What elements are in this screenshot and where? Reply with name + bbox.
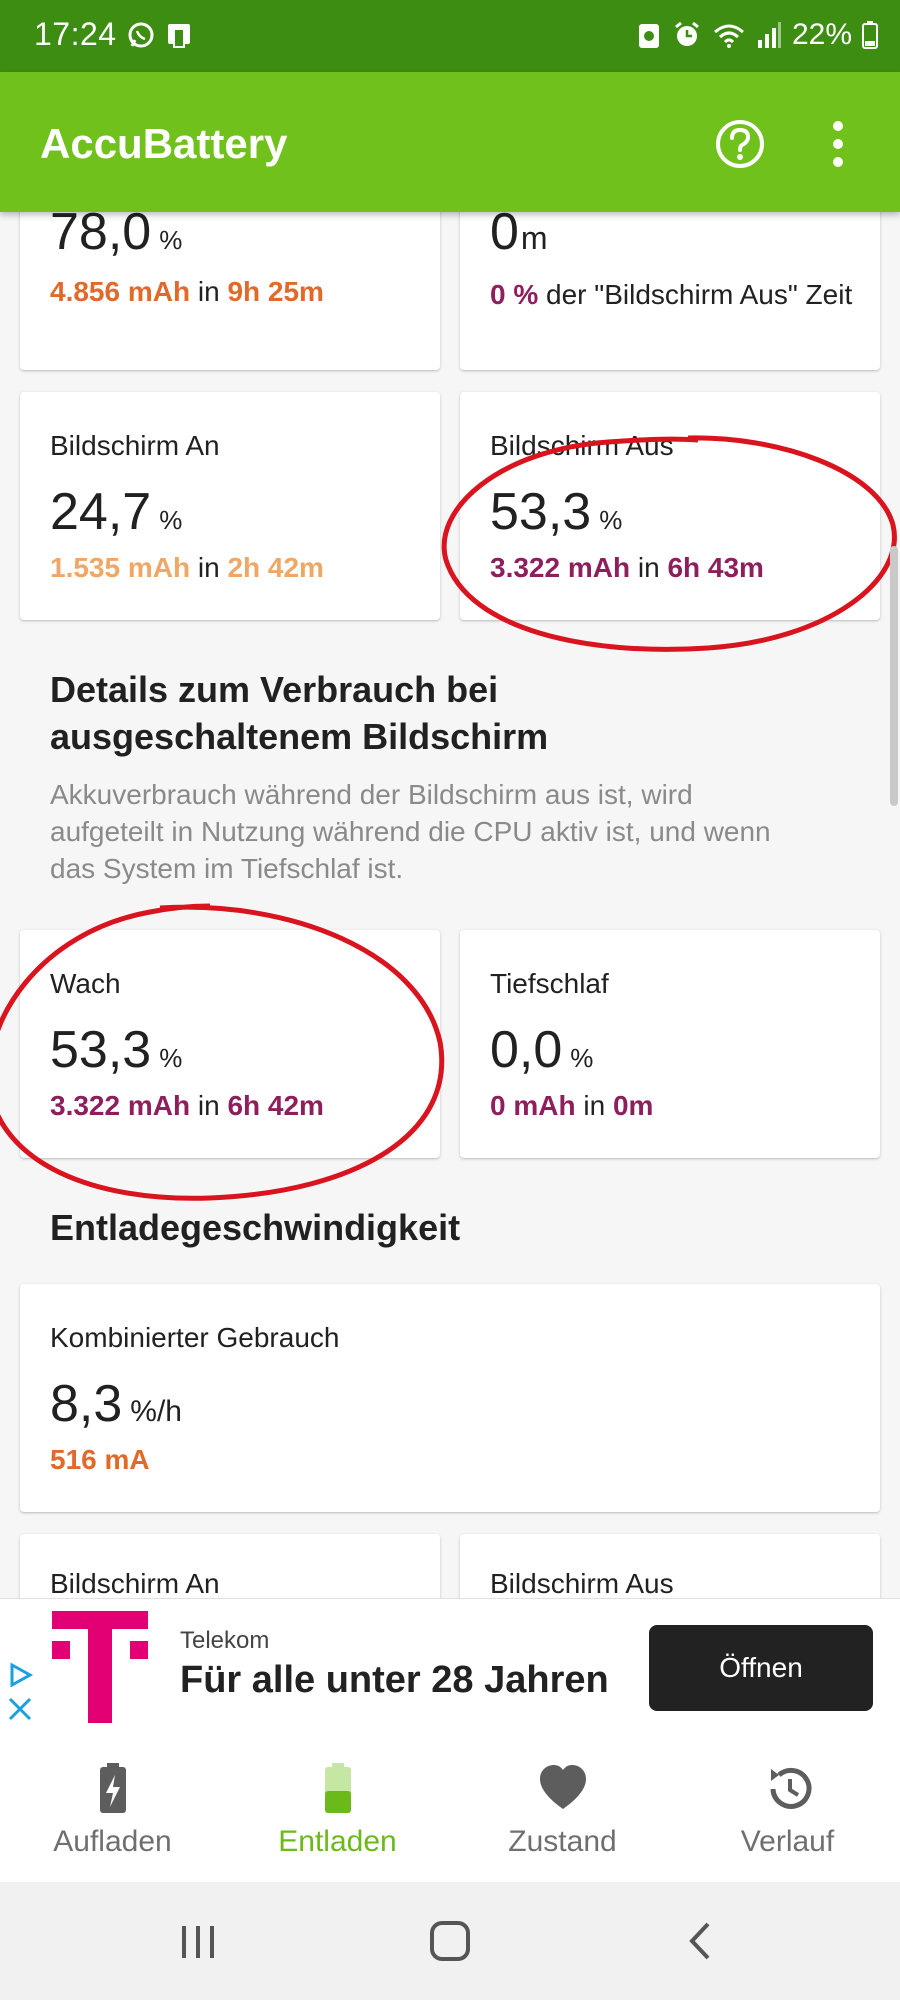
scroll-indicator[interactable] <box>890 546 898 806</box>
battery-discharging-icon <box>325 1763 351 1813</box>
combined-usage-value: 8,3 <box>50 1375 123 1433</box>
details-section-title: Details zum Verbrauch bei ausgeschaltene… <box>50 669 549 757</box>
total-usage-unit: % <box>159 225 183 255</box>
nav-item-aufladen[interactable]: Aufladen <box>0 1739 225 1883</box>
card-screen-off-time: 0m 0 % der "Bildschirm Aus" Zeit <box>460 212 880 370</box>
awake-value: 53,3 <box>50 1021 152 1079</box>
screen-off-time-pct: 0 % <box>490 279 539 310</box>
deep-sleep-value: 0,0 <box>490 1021 563 1079</box>
details-section-description: Akkuverbrauch während der Bildschirm aus… <box>50 779 771 884</box>
nav-item-entladen[interactable]: Entladen <box>225 1739 450 1883</box>
screen-off-duration: 6h 43m <box>667 552 764 583</box>
history-icon <box>770 1767 812 1809</box>
screen-off-mah: 3.322 mAh <box>490 552 631 583</box>
card-screen-on: Bildschirm An 24,7% 1.535 mAh in 2h 42m <box>20 392 440 620</box>
nav-label-verlauf: Verlauf <box>740 1825 835 1858</box>
signal-icon <box>757 22 781 48</box>
awake-label: Wach <box>50 968 121 999</box>
battery-icon <box>862 21 878 49</box>
discharge-section-title: Entladegeschwindigkeit <box>50 1207 461 1248</box>
screen-off-time-value: 0 <box>490 212 519 261</box>
ad-open-button[interactable]: Öffnen <box>649 1625 873 1711</box>
app-bar: AccuBattery <box>0 72 900 212</box>
nav-label-entladen: Entladen <box>278 1825 397 1858</box>
card-combined-usage: Kombinierter Gebrauch 8,3 %/h 516 mA <box>20 1284 880 1512</box>
nav-label-zustand: Zustand <box>508 1825 617 1858</box>
screen-on-rate-label: Bildschirm An <box>50 1568 220 1598</box>
overflow-menu-icon[interactable] <box>826 118 850 170</box>
telekom-logo-icon <box>52 1611 148 1723</box>
status-time: 17:24 <box>34 16 117 52</box>
total-usage-duration: 9h 25m <box>227 276 324 307</box>
status-bar: 17:24 22% <box>0 0 900 72</box>
system-navigation-bar <box>0 1882 900 2000</box>
recent-apps-icon[interactable] <box>168 1916 228 1966</box>
whatsapp-icon <box>128 22 154 48</box>
card-screen-off: Bildschirm Aus 53,3% 3.322 mAh in 6h 43m <box>460 392 880 620</box>
adchoices-icon[interactable] <box>6 1659 34 1725</box>
screen-off-label: Bildschirm Aus <box>490 430 674 461</box>
battery-charging-icon <box>100 1763 126 1813</box>
lock-screen-icon <box>638 24 659 48</box>
app-title: AccuBattery <box>40 120 288 167</box>
battery-percent: 22% <box>791 18 852 51</box>
nav-item-verlauf[interactable]: Verlauf <box>675 1739 900 1883</box>
deep-sleep-duration: 0m <box>612 1090 654 1121</box>
awake-mah: 3.322 mAh <box>50 1090 191 1121</box>
awake-duration: 6h 42m <box>227 1090 324 1121</box>
wifi-icon <box>713 24 744 48</box>
combined-usage-label: Kombinierter Gebrauch <box>50 1322 340 1353</box>
total-usage-mah: 4.856 mAh <box>50 276 191 307</box>
ad-headline: Für alle unter 28 Jahren <box>180 1659 609 1701</box>
card-total-usage: 78,0% 4.856 mAh in 9h 25m <box>20 212 440 370</box>
help-icon[interactable] <box>714 118 766 170</box>
card-screen-on-rate: Bildschirm An <box>20 1534 440 1598</box>
screen-off-time-unit: m <box>520 220 548 256</box>
card-awake: Wach 53,3% 3.322 mAh in 6h 42m <box>20 930 440 1158</box>
nav-label-aufladen: Aufladen <box>53 1825 172 1858</box>
home-icon[interactable] <box>420 1916 480 1966</box>
screen-on-duration: 2h 42m <box>227 552 324 583</box>
total-usage-value: 78,0 <box>50 212 152 261</box>
deep-sleep-mah: 0 mAh <box>490 1090 576 1121</box>
screen-on-mah: 1.535 mAh <box>50 552 191 583</box>
heart-icon <box>540 1765 586 1809</box>
back-icon[interactable] <box>672 1916 732 1966</box>
screen-off-rate-label: Bildschirm Aus <box>490 1568 674 1598</box>
screen-on-label: Bildschirm An <box>50 430 220 461</box>
deep-sleep-label: Tiefschlaf <box>490 968 609 999</box>
combined-usage-current: 516 mA <box>50 1444 150 1475</box>
ad-banner[interactable]: Telekom Für alle unter 28 Jahren Öffnen <box>0 1598 900 1739</box>
screen-off-value: 53,3 <box>490 483 592 541</box>
notification-app-icon <box>168 24 190 48</box>
screen-on-value: 24,7 <box>50 483 152 541</box>
nav-item-zustand[interactable]: Zustand <box>450 1739 675 1883</box>
alarm-icon <box>675 21 699 46</box>
ad-advertiser: Telekom <box>180 1627 270 1654</box>
content-scroll[interactable]: 78,0% 4.856 mAh in 9h 25m 0m 0 % der "Bi… <box>0 212 900 1598</box>
card-deep-sleep: Tiefschlaf 0,0% 0 mAh in 0m <box>460 930 880 1158</box>
screen-off-time-text: der "Bildschirm Aus" Zeit <box>546 279 853 310</box>
card-screen-off-rate: Bildschirm Aus <box>460 1534 880 1598</box>
bottom-navigation: Aufladen Entladen Zustand Verlauf <box>0 1738 900 1883</box>
